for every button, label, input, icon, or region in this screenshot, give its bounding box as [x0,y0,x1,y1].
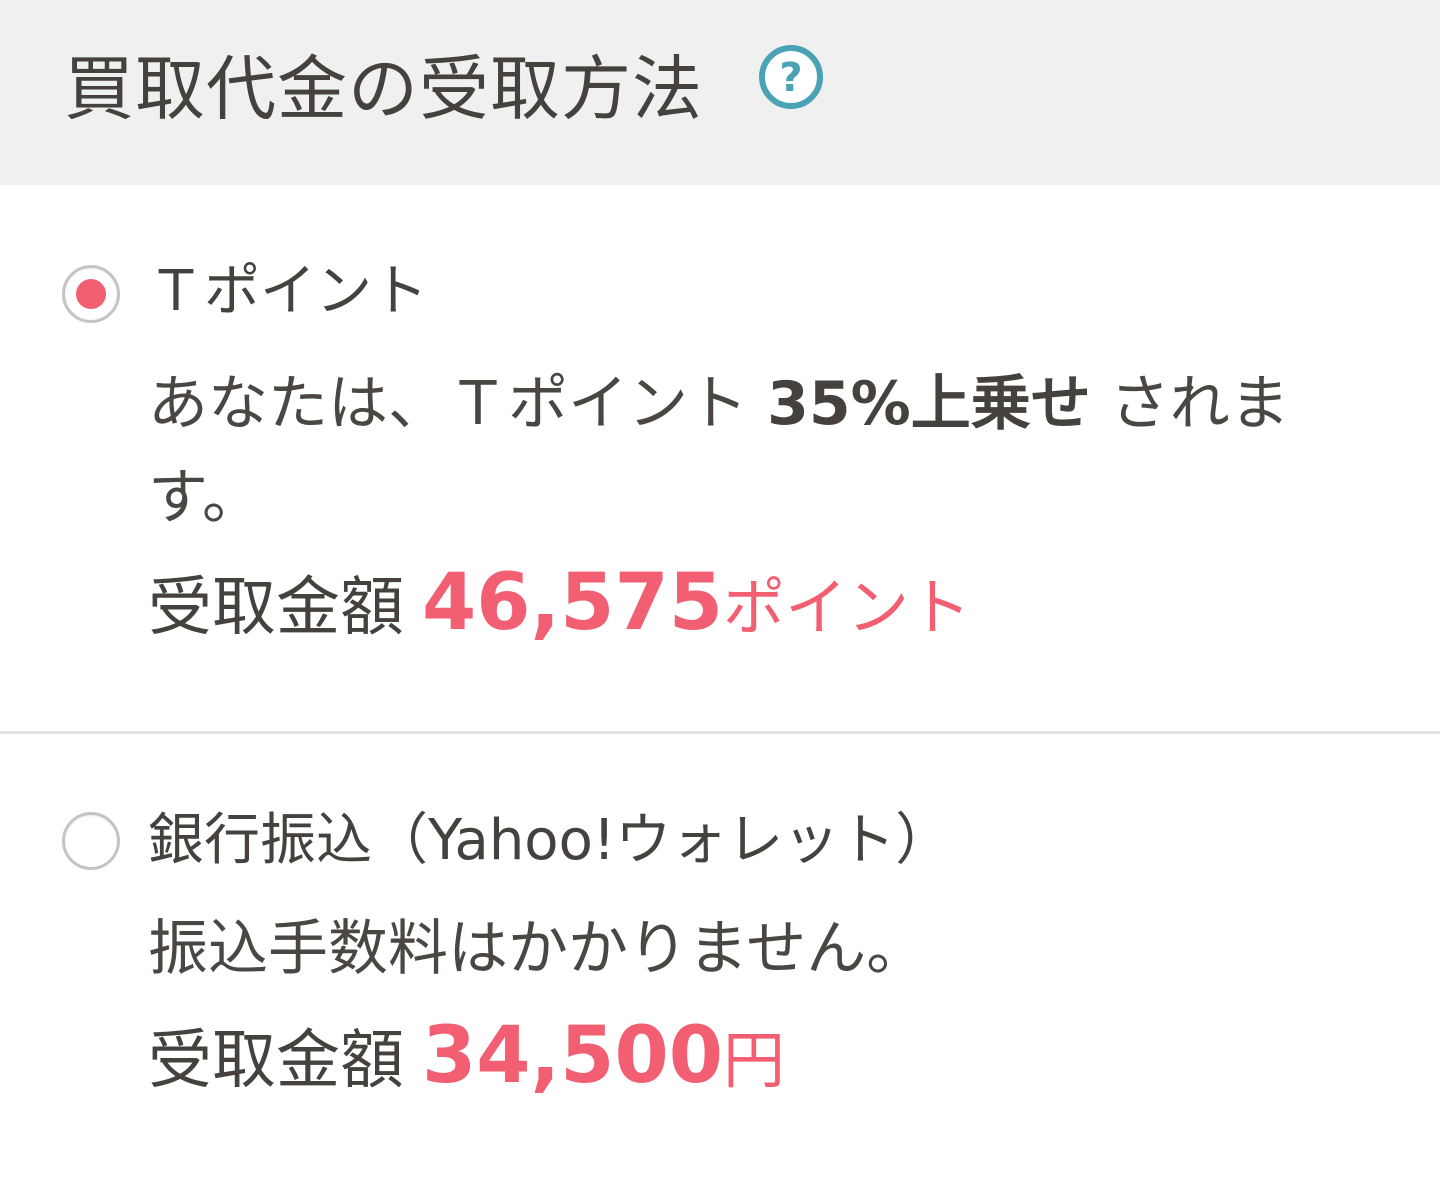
payment-option-tpoint[interactable]: Ｔポイント あなたは、Ｔポイント 35%上乗せ されます。 受取金額 46,575… [0,185,1440,731]
amount-label: 受取金額 [148,571,404,645]
svg-text:?: ? [779,55,802,101]
option-description-tpoint: あなたは、Ｔポイント 35%上乗せ されます。 [148,357,1388,545]
amount-value: 46,575 [422,558,723,648]
amount-unit: 円 [723,1024,786,1097]
radio-bank-transfer[interactable] [62,812,120,870]
payment-option-bank-transfer[interactable]: 銀行振込（Yahoo!ウォレット） 振込手数料はかかりません。 受取金額 34,5… [0,734,1440,1185]
amount-value: 34,500 [422,1011,723,1101]
amount-unit: ポイント [723,571,972,644]
radio-tpoint[interactable] [62,265,120,323]
section-header: 買取代金の受取方法 ? [0,0,1440,185]
amount-label: 受取金額 [148,1024,404,1098]
received-amount-bank-transfer: 受取金額 34,500円 [148,1010,785,1111]
section-title: 買取代金の受取方法 [64,48,703,130]
question-circle-icon[interactable]: ? [756,42,826,112]
received-amount-tpoint: 受取金額 46,575ポイント [148,557,971,658]
bonus-emphasis: 35%上乗せ [767,369,1091,439]
option-label-bank-transfer[interactable]: 銀行振込（Yahoo!ウォレット） [148,806,951,876]
option-description-bank-transfer: 振込手数料はかかりません。 [148,914,927,984]
option-label-tpoint[interactable]: Ｔポイント [148,257,428,327]
description-text: あなたは、Ｔポイント [148,369,768,439]
